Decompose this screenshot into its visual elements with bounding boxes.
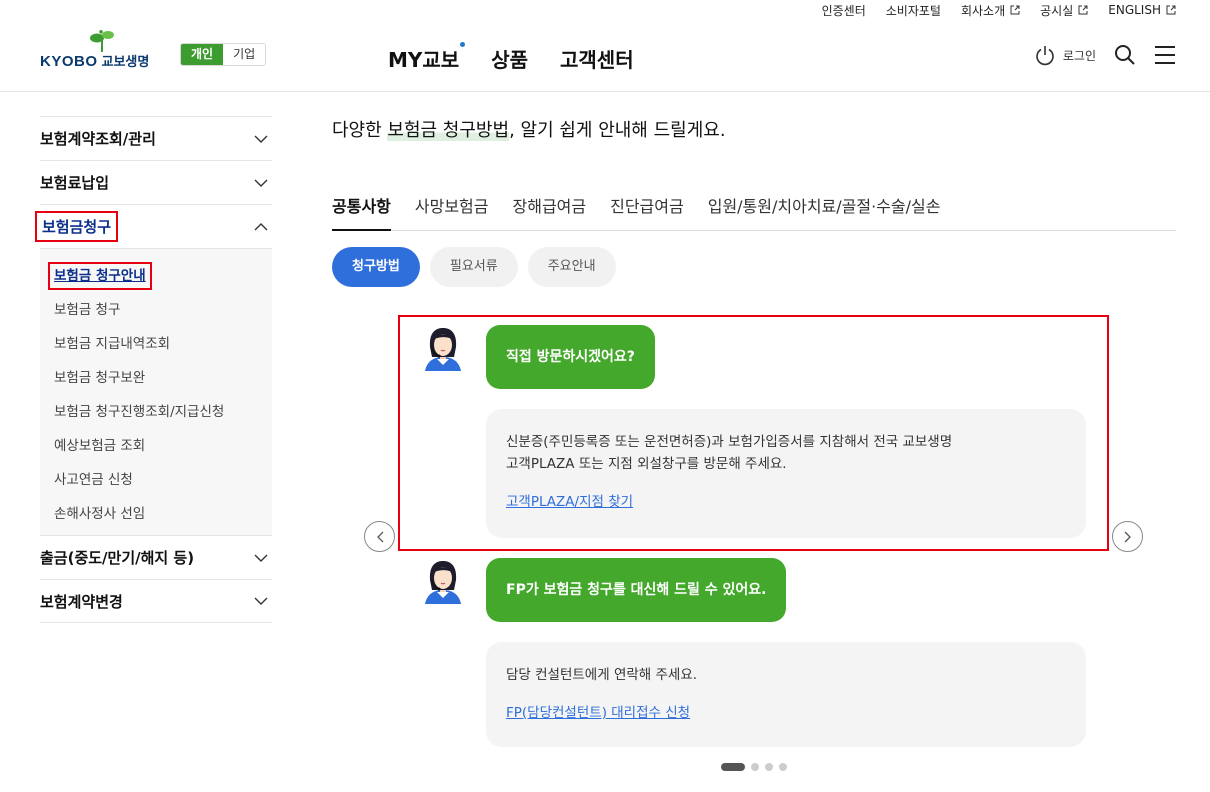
submenu-claim-guide[interactable]: 보험금 청구안내 [48,259,272,293]
pagination-dot[interactable] [751,763,759,771]
submenu-claim-supplement[interactable]: 보험금 청구보완 [54,361,272,395]
sidebar-item-label: 보험계약조회/관리 [40,130,156,148]
sidebar-item-label: 보험계약변경 [40,592,123,611]
logo-en: KYOBO [40,53,98,70]
util-link-label: 인증센터 [821,3,866,18]
global-nav: MY교보 상품 고객센터 [388,42,634,73]
pill-required-docs[interactable]: 필요서류 [429,247,518,287]
logo-text: KYOBO 교보생명 [40,51,149,70]
carousel-pagination [721,763,787,771]
sidebar-item-label: 출금(중도/만기/해지 등) [40,549,195,567]
submenu-estimated-benefit[interactable]: 예상보험금 조회 [54,429,272,463]
util-link-consumer[interactable]: 소비자포털 [886,2,941,19]
sub-tabs: 청구방법 필요서류 주요안내 [332,247,616,287]
tab-hospital[interactable]: 입원/통원/치아치료/골절·수술/실손 [708,193,941,231]
answer-text: 담당 컨설턴트에게 연락해 주세요. [506,667,698,683]
segment-personal[interactable]: 개인 [181,44,224,65]
gnb-my-kyobo[interactable]: MY교보 [388,42,466,73]
submenu-claim[interactable]: 보험금 청구 [54,293,272,327]
util-link-label: 회사소개 [960,3,1006,18]
sidebar-item-claim[interactable]: 보험금청구 [34,204,272,248]
util-link-english[interactable]: ENGLISH [1108,3,1176,17]
chevron-right-icon [1124,531,1131,542]
gnb-customer-center[interactable]: 고객센터 [560,44,634,73]
logo-kr: 교보생명 [101,55,150,70]
login-button[interactable]: 로그인 [1034,44,1096,66]
util-link-label: 소비자포털 [885,3,941,18]
external-link-icon [1078,5,1088,15]
chevron-down-icon [254,135,268,143]
answer-bubble: 담당 컨설턴트에게 연락해 주세요. FP(담당컨설턴트) 대리접수 신청 [486,642,1086,747]
power-icon [1036,46,1054,66]
consultant-avatar-icon [425,561,461,604]
tab-disability[interactable]: 장해급여금 [513,193,587,231]
question-bubble: FP가 보험금 청구를 대신해 드릴 수 있어요. [486,558,787,622]
customer-type-toggle: 개인 기업 [180,43,267,66]
new-dot-icon [460,42,466,47]
page-subtitle: 다양한 보험금 청구방법, 알기 쉽게 안내해 드릴게요. [332,116,726,142]
sidebar: 보험계약조회/관리 보험료납입 보험금청구 보험금 청구안내 보험금 청구 보험… [34,116,272,623]
chevron-up-icon [254,222,268,230]
hamburger-menu-icon[interactable] [1154,44,1176,66]
chevron-down-icon [254,554,268,562]
subtitle-text: 다양한 [332,120,388,141]
sidebar-item-premium-payment[interactable]: 보험료납입 [40,160,272,204]
submenu-claim-progress[interactable]: 보험금 청구진행조회/지급신청 [54,395,272,429]
header: KYOBO 교보생명 개인 기업 MY교보 상품 고객센터 로그인 [0,20,1210,92]
gnb-products[interactable]: 상품 [491,44,528,73]
chevron-down-icon [254,597,268,605]
kyobo-logo[interactable]: KYOBO 교보생명 [40,30,164,70]
pill-key-notes[interactable]: 주요안내 [527,247,616,287]
pagination-dot[interactable] [721,763,745,771]
subtitle-highlight: 보험금 청구방법 [387,120,510,141]
claim-type-tabs: 공통사항 사망보험금 장해급여금 진단급여금 입원/통원/치아치료/골절·수술/… [332,193,1176,231]
sidebar-item-withdrawal[interactable]: 출금(중도/만기/해지 등) [40,535,272,579]
util-link-about[interactable]: 회사소개 [961,2,1020,19]
sidebar-item-label: 보험금청구 [34,211,119,242]
tab-common[interactable]: 공통사항 [332,193,391,231]
logo-sprout-icon [90,30,114,52]
segment-corporate[interactable]: 기업 [223,44,266,65]
chevron-left-icon [376,531,383,542]
utility-bar: 인증센터 소비자포털 회사소개 공시실 ENGLISH [822,0,1176,20]
chevron-down-icon [254,179,268,187]
submenu-loss-adjuster[interactable]: 손해사정사 선임 [54,497,272,531]
highlight-box [398,315,1109,551]
header-actions: 로그인 [1034,44,1176,66]
carousel-next-button[interactable] [1112,521,1143,552]
carousel-prev-button[interactable] [364,521,395,552]
tab-diagnosis[interactable]: 진단급여금 [610,193,684,231]
external-link-icon [1010,5,1020,15]
submenu-label: 보험금 청구안내 [48,262,152,290]
gnb-label: MY교보 [388,48,460,72]
search-icon[interactable] [1114,44,1136,66]
external-link-icon [1166,5,1176,15]
pagination-dot[interactable] [765,763,773,771]
tab-death[interactable]: 사망보험금 [415,193,489,231]
util-link-disclosure[interactable]: 공시실 [1040,2,1088,19]
sidebar-item-label: 보험료납입 [40,174,110,192]
util-link-label: 공시실 [1040,3,1074,18]
pagination-dot[interactable] [779,763,787,771]
sidebar-submenu-claim: 보험금 청구안내 보험금 청구 보험금 지급내역조회 보험금 청구보완 보험금 … [40,248,272,535]
subtitle-text: , 알기 쉽게 안내해 드릴게요. [509,120,726,141]
pill-claim-method[interactable]: 청구방법 [332,247,420,287]
sidebar-item-contract-inquiry[interactable]: 보험계약조회/관리 [40,116,272,160]
sidebar-item-contract-change[interactable]: 보험계약변경 [40,579,272,623]
login-label: 로그인 [1062,48,1096,63]
submenu-payment-history[interactable]: 보험금 지급내역조회 [54,327,272,361]
util-link-label: ENGLISH [1108,3,1161,17]
util-link-auth[interactable]: 인증센터 [822,2,866,19]
fp-proxy-request-link[interactable]: FP(담당컨설턴트) 대리접수 신청 [506,702,690,724]
submenu-accident-annuity[interactable]: 사고연금 신청 [54,463,272,497]
